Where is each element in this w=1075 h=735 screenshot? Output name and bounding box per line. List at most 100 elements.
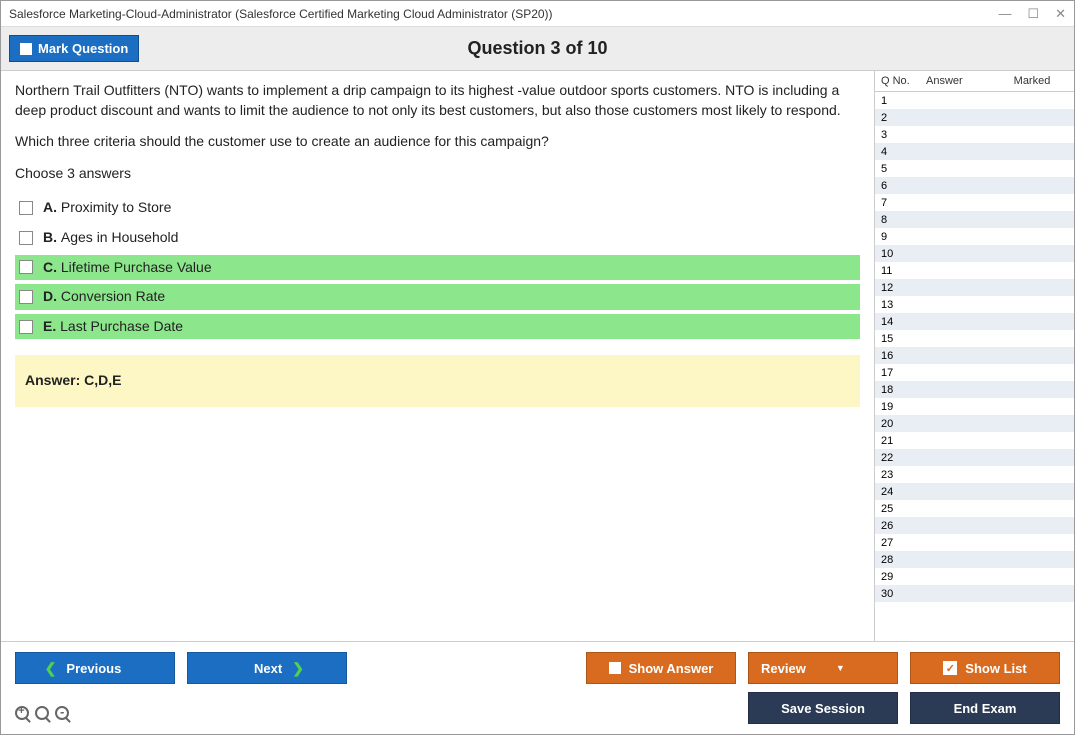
show-list-button[interactable]: ✓ Show List: [910, 652, 1060, 684]
question-list-row[interactable]: 21: [875, 432, 1074, 449]
row-qno: 3: [881, 129, 926, 141]
question-list-row[interactable]: 8: [875, 211, 1074, 228]
mark-question-label: Mark Question: [38, 41, 128, 56]
header-bar: Mark Question Question 3 of 10: [1, 27, 1074, 71]
zoom-out-icon[interactable]: [55, 706, 69, 720]
question-list-row[interactable]: 1: [875, 92, 1074, 109]
answer-list: A. Proximity to Store B. Ages in Househol…: [15, 195, 860, 339]
window-controls: — ☐ ✕: [998, 6, 1066, 22]
col-marked: Marked: [996, 75, 1068, 87]
next-label: Next: [254, 661, 282, 676]
titlebar: Salesforce Marketing-Cloud-Administrator…: [1, 1, 1074, 27]
save-session-button[interactable]: Save Session: [748, 692, 898, 724]
row-qno: 2: [881, 112, 926, 124]
row-qno: 4: [881, 146, 926, 158]
question-list-row[interactable]: 17: [875, 364, 1074, 381]
row-qno: 14: [881, 316, 926, 328]
question-list-body[interactable]: 1234567891011121314151617181920212223242…: [875, 92, 1074, 641]
question-list-row[interactable]: 11: [875, 262, 1074, 279]
checkbox-icon[interactable]: [19, 201, 33, 215]
answer-option[interactable]: D. Conversion Rate: [15, 284, 860, 310]
question-list-row[interactable]: 25: [875, 500, 1074, 517]
end-exam-button[interactable]: End Exam: [910, 692, 1060, 724]
answer-option[interactable]: A. Proximity to Store: [15, 195, 860, 221]
question-list-row[interactable]: 13: [875, 296, 1074, 313]
question-list-row[interactable]: 15: [875, 330, 1074, 347]
question-list-row[interactable]: 29: [875, 568, 1074, 585]
question-list-row[interactable]: 26: [875, 517, 1074, 534]
row-qno: 24: [881, 486, 926, 498]
col-qno: Q No.: [881, 75, 926, 87]
chevron-right-icon: ❯: [292, 660, 304, 677]
footer: ❮ Previous Next ❯ Show Answer Review ▼ ✓…: [1, 641, 1074, 734]
row-qno: 27: [881, 537, 926, 549]
question-list-row[interactable]: 27: [875, 534, 1074, 551]
row-qno: 9: [881, 231, 926, 243]
question-list-row[interactable]: 24: [875, 483, 1074, 500]
row-qno: 1: [881, 95, 926, 107]
row-qno: 15: [881, 333, 926, 345]
show-answer-label: Show Answer: [629, 661, 714, 676]
question-list-row[interactable]: 6: [875, 177, 1074, 194]
answer-text: Answer: C,D,E: [25, 372, 121, 388]
review-button[interactable]: Review ▼: [748, 652, 898, 684]
question-counter: Question 3 of 10: [1, 38, 1074, 59]
answer-label: C. Lifetime Purchase Value: [43, 258, 212, 278]
question-list-row[interactable]: 4: [875, 143, 1074, 160]
row-qno: 11: [881, 265, 926, 277]
row-qno: 12: [881, 282, 926, 294]
next-button[interactable]: Next ❯: [187, 652, 347, 684]
previous-label: Previous: [66, 661, 121, 676]
checkbox-icon[interactable]: [19, 231, 33, 245]
zoom-in-icon[interactable]: [15, 706, 29, 720]
row-qno: 6: [881, 180, 926, 192]
question-list-header: Q No. Answer Marked: [875, 71, 1074, 92]
maximize-icon[interactable]: ☐: [1027, 6, 1039, 22]
question-list-row[interactable]: 18: [875, 381, 1074, 398]
row-qno: 18: [881, 384, 926, 396]
checkbox-icon[interactable]: [19, 260, 33, 274]
row-qno: 16: [881, 350, 926, 362]
previous-button[interactable]: ❮ Previous: [15, 652, 175, 684]
question-list-row[interactable]: 14: [875, 313, 1074, 330]
answer-option[interactable]: B. Ages in Household: [15, 225, 860, 251]
question-list-row[interactable]: 2: [875, 109, 1074, 126]
question-list-row[interactable]: 16: [875, 347, 1074, 364]
answer-label: E. Last Purchase Date: [43, 317, 183, 337]
question-prompt: Which three criteria should the customer…: [15, 132, 860, 152]
question-list-row[interactable]: 20: [875, 415, 1074, 432]
main-area: Northern Trail Outfitters (NTO) wants to…: [1, 71, 1074, 641]
question-list-row[interactable]: 28: [875, 551, 1074, 568]
question-instruction: Choose 3 answers: [15, 164, 860, 184]
question-list-row[interactable]: 3: [875, 126, 1074, 143]
row-qno: 7: [881, 197, 926, 209]
question-panel: Northern Trail Outfitters (NTO) wants to…: [1, 71, 874, 641]
show-answer-button[interactable]: Show Answer: [586, 652, 736, 684]
button-row-2: Save Session End Exam: [15, 692, 1060, 724]
question-list-row[interactable]: 12: [875, 279, 1074, 296]
zoom-reset-icon[interactable]: [35, 706, 49, 720]
question-list-row[interactable]: 10: [875, 245, 1074, 262]
window-title: Salesforce Marketing-Cloud-Administrator…: [9, 7, 998, 21]
answer-label: A. Proximity to Store: [43, 198, 171, 218]
question-list-row[interactable]: 19: [875, 398, 1074, 415]
question-list-row[interactable]: 30: [875, 585, 1074, 602]
question-list-row[interactable]: 5: [875, 160, 1074, 177]
square-icon: [20, 43, 32, 55]
checkbox-icon[interactable]: [19, 320, 33, 334]
mark-question-button[interactable]: Mark Question: [9, 35, 139, 62]
answer-box: Answer: C,D,E: [15, 355, 860, 407]
minimize-icon[interactable]: —: [998, 6, 1011, 22]
question-list-row[interactable]: 7: [875, 194, 1074, 211]
row-qno: 8: [881, 214, 926, 226]
app-window: Salesforce Marketing-Cloud-Administrator…: [0, 0, 1075, 735]
close-icon[interactable]: ✕: [1055, 6, 1066, 22]
question-list-panel: Q No. Answer Marked 12345678910111213141…: [874, 71, 1074, 641]
question-list-row[interactable]: 9: [875, 228, 1074, 245]
question-list-row[interactable]: 22: [875, 449, 1074, 466]
question-list-row[interactable]: 23: [875, 466, 1074, 483]
checkbox-icon[interactable]: [19, 290, 33, 304]
save-session-label: Save Session: [781, 701, 865, 716]
answer-option[interactable]: E. Last Purchase Date: [15, 314, 860, 340]
answer-option[interactable]: C. Lifetime Purchase Value: [15, 255, 860, 281]
